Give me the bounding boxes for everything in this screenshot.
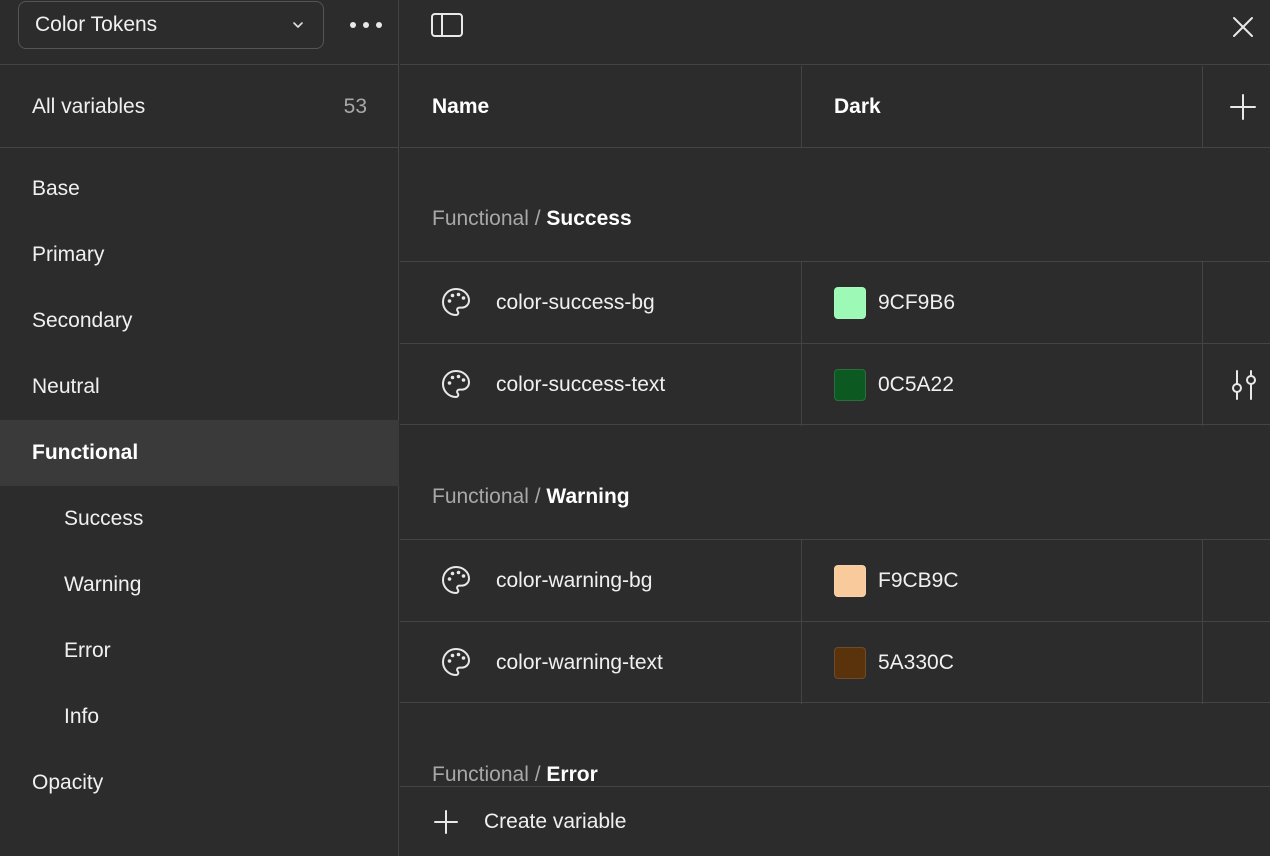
table-body: Functional / Success color-success-bg 9C… [400,149,1270,786]
column-divider [1202,622,1203,704]
more-options-button[interactable] [346,10,386,40]
section-prefix: Functional [432,763,529,786]
variable-name: color-success-bg [496,291,655,314]
plus-icon [1230,94,1256,120]
variable-row[interactable]: color-success-text 0C5A22 [400,343,1270,426]
column-divider [801,344,802,426]
variable-name: color-warning-bg [496,569,653,592]
adjust-sliders-icon[interactable] [1228,368,1260,402]
color-hex-value[interactable]: F9CB9C [878,540,959,622]
variables-table-panel: Name Dark Functional / Success color-suc… [400,0,1270,856]
variable-row[interactable]: color-warning-bg F9CB9C [400,539,1270,622]
section-name: Success [546,207,632,230]
table-header: Name Dark [400,66,1270,148]
close-icon [1233,17,1253,37]
column-header-name: Name [432,95,490,118]
more-horizontal-icon [350,22,382,28]
sidebar-item-warning[interactable]: Warning [0,552,399,618]
section-header-success: Functional / Success [432,207,632,231]
column-divider [801,262,802,344]
color-swatch[interactable] [834,369,866,401]
column-divider [1202,262,1203,344]
sidebar-item-primary[interactable]: Primary [0,222,399,288]
sidebar-item-label: Warning [64,573,142,596]
palette-icon [442,370,470,398]
top-toolbar [400,0,1270,65]
create-variable-button[interactable]: Create variable [400,786,1270,856]
sidebar-item-error[interactable]: Error [0,618,399,684]
sidebar-item-label: Neutral [32,375,100,398]
sidebar-item-label: Secondary [32,309,133,332]
plus-icon [434,809,458,834]
sidebar-item-label: Primary [32,243,105,266]
sidebar-item-secondary[interactable]: Secondary [0,288,399,354]
color-swatch[interactable] [834,287,866,319]
color-hex-value[interactable]: 5A330C [878,622,954,704]
sidebar-item-label: Functional [32,441,139,464]
section-prefix: Functional [432,207,529,230]
sidebar-item-opacity[interactable]: Opacity [0,750,399,816]
sidebar-item-base[interactable]: Base [0,156,399,222]
sidebar-item-label: Error [64,639,111,662]
section-prefix: Functional [432,485,529,508]
sidebar-item-info[interactable]: Info [0,684,399,750]
color-hex-value[interactable]: 0C5A22 [878,344,954,426]
section-separator: / [534,485,541,508]
collection-name: Color Tokens [35,13,158,36]
column-divider [801,540,802,622]
sidebar-panel-icon [431,13,463,37]
all-variables-count: 53 [343,94,367,118]
column-divider [1202,540,1203,622]
close-button[interactable] [1228,12,1258,42]
sidebar-item-label: Success [64,507,144,530]
all-variables-item[interactable]: All variables 53 [0,66,399,148]
sidebar-item-functional[interactable]: Functional [0,420,399,486]
variable-name: color-success-text [496,373,666,396]
section-separator: / [534,207,541,230]
group-list: Base Primary Secondary Neutral Functiona… [0,156,399,816]
sidebar-item-success[interactable]: Success [0,486,399,552]
column-header-dark: Dark [834,95,881,118]
sidebar: Color Tokens All variables 53 Base Prima… [0,0,399,856]
sidebar-item-label: Opacity [32,771,104,794]
palette-icon [442,648,470,676]
chevron-down-icon [293,22,303,28]
column-divider [1202,344,1203,426]
palette-icon [442,566,470,594]
sidebar-item-label: Base [32,177,80,200]
column-divider [1202,66,1203,148]
sidebar-header: Color Tokens [0,0,399,65]
sidebar-item-label: Info [64,705,100,728]
section-header-warning: Functional / Warning [432,485,630,509]
section-header-error: Functional / Error [432,763,598,786]
create-variable-label: Create variable [484,809,627,833]
variable-name: color-warning-text [496,651,663,674]
section-separator: / [534,763,541,786]
variable-row[interactable]: color-success-bg 9CF9B6 [400,261,1270,344]
section-name: Warning [546,485,630,508]
all-variables-label: All variables [32,94,146,118]
column-divider [801,66,802,148]
section-name: Error [546,763,598,786]
color-hex-value[interactable]: 9CF9B6 [878,262,955,344]
collection-dropdown[interactable]: Color Tokens [18,1,324,49]
color-swatch[interactable] [834,647,866,679]
column-divider [801,622,802,704]
add-mode-button[interactable] [1228,92,1258,122]
palette-icon [442,288,470,316]
sidebar-item-neutral[interactable]: Neutral [0,354,399,420]
toggle-sidebar-button[interactable] [430,12,466,42]
color-swatch[interactable] [834,565,866,597]
variable-row[interactable]: color-warning-text 5A330C [400,621,1270,704]
